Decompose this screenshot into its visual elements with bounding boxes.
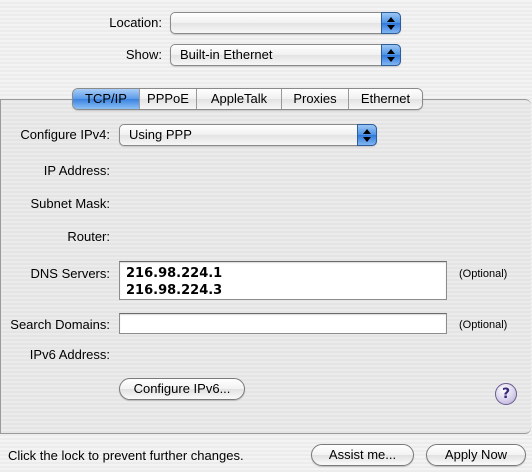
configure-ipv6-button[interactable]: Configure IPv6...: [119, 378, 245, 400]
search-domains-field[interactable]: [119, 313, 447, 334]
lock-instruction-text: Click the lock to prevent further change…: [8, 448, 244, 463]
show-value: Built-in Ethernet: [180, 47, 273, 62]
location-label: Location:: [109, 15, 162, 30]
configure-ipv4-popup[interactable]: Using PPP: [119, 124, 377, 146]
dns-servers-field[interactable]: 216.98.224.1 216.98.224.3: [119, 261, 447, 300]
assist-me-button[interactable]: Assist me...: [311, 444, 414, 466]
subnet-mask-label: Subnet Mask:: [30, 196, 111, 211]
popup-arrows-icon: [357, 124, 377, 146]
tab-bar: TCP/IP PPPoE AppleTalk Proxies Ethernet: [72, 88, 423, 110]
show-popup[interactable]: Built-in Ethernet: [170, 44, 401, 66]
location-popup[interactable]: [170, 12, 401, 34]
configure-ipv4-value: Using PPP: [129, 127, 192, 142]
help-icon[interactable]: ?: [495, 383, 517, 405]
tab-pppoe[interactable]: PPPoE: [139, 89, 196, 109]
apply-now-button[interactable]: Apply Now: [426, 444, 526, 466]
dns-servers-label: DNS Servers:: [30, 266, 110, 281]
show-label: Show:: [125, 47, 162, 62]
popup-arrows-icon: [381, 12, 401, 34]
search-domains-label: Search Domains:: [10, 317, 110, 332]
router-label: Router:: [67, 229, 110, 244]
popup-arrows-icon: [381, 44, 401, 66]
ip-address-label: IP Address:: [43, 163, 110, 178]
tab-ethernet[interactable]: Ethernet: [348, 89, 422, 109]
dns-optional-hint: (Optional): [459, 268, 508, 280]
tab-tcpip[interactable]: TCP/IP: [73, 89, 139, 109]
tab-appletalk[interactable]: AppleTalk: [196, 89, 281, 109]
ipv6-address-label: IPv6 Address:: [29, 347, 110, 362]
tab-proxies[interactable]: Proxies: [281, 89, 348, 109]
search-domains-optional-hint: (Optional): [459, 319, 508, 331]
dns-server-entry: 216.98.224.1: [126, 266, 223, 281]
configure-ipv4-label: Configure IPv4:: [20, 127, 110, 142]
dns-server-entry: 216.98.224.3: [126, 283, 223, 298]
